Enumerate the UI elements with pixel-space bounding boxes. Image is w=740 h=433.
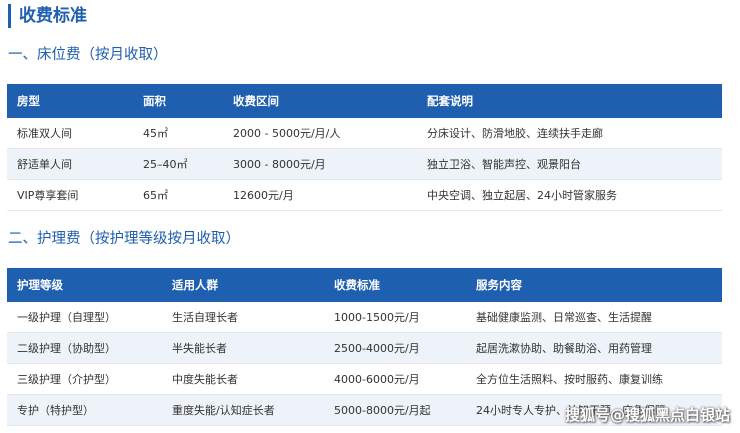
page-title: 收费标准 bbox=[8, 4, 87, 28]
column-header: 收费区间 bbox=[223, 84, 417, 118]
table-cell: 5000-8000元/月起 bbox=[324, 394, 466, 426]
table-cell: 65㎡ bbox=[133, 179, 223, 211]
table-cell: 起居洗漱协助、助餐助浴、用药管理 bbox=[466, 332, 722, 364]
section-title-bed-fee: 一、床位费（按月收取） bbox=[8, 47, 168, 63]
column-header: 适用人群 bbox=[162, 268, 324, 302]
column-header: 配套说明 bbox=[417, 84, 722, 118]
column-header: 面积 bbox=[133, 84, 223, 118]
table-cell: 专护（特护型） bbox=[7, 394, 162, 426]
watermark: 搜狐号@搜狐黑点白银站 bbox=[564, 406, 730, 424]
column-header: 收费标准 bbox=[324, 268, 466, 302]
table-cell: 一级护理（自理型） bbox=[7, 302, 162, 333]
table-cell: 标准双人间 bbox=[7, 118, 133, 149]
table-row: 舒适单人间 25–40㎡ 3000 - 8000元/月 独立卫浴、智能声控、观景… bbox=[7, 148, 722, 180]
table-row: 一级护理（自理型） 生活自理长者 1000-1500元/月 基础健康监测、日常巡… bbox=[7, 302, 722, 333]
table-cell: 3000 - 8000元/月 bbox=[223, 148, 417, 180]
table-row: 三级护理（介护型） 中度失能长者 4000-6000元/月 全方位生活照料、按时… bbox=[7, 363, 722, 395]
column-header: 房型 bbox=[7, 84, 133, 118]
section-title-care-fee: 二、护理费（按护理等级按月收取） bbox=[8, 231, 240, 247]
table-row: 标准双人间 45㎡ 2000 - 5000元/月/人 分床设计、防滑地胶、连续扶… bbox=[7, 118, 722, 149]
table-cell: 4000-6000元/月 bbox=[324, 363, 466, 395]
table-cell: 重度失能/认知症长者 bbox=[162, 394, 324, 426]
table-cell: 舒适单人间 bbox=[7, 148, 133, 180]
table-header-row: 护理等级 适用人群 收费标准 服务内容 bbox=[7, 268, 722, 302]
table-header-row: 房型 面积 收费区间 配套说明 bbox=[7, 84, 722, 118]
table-cell: 二级护理（协助型） bbox=[7, 332, 162, 364]
table-row: VIP尊享套间 65㎡ 12600元/月 中央空调、独立起居、24小时管家服务 bbox=[7, 179, 722, 211]
table-cell: 分床设计、防滑地胶、连续扶手走廊 bbox=[417, 118, 722, 149]
care-fee-table: 护理等级 适用人群 收费标准 服务内容 一级护理（自理型） 生活自理长者 100… bbox=[7, 268, 722, 426]
table-cell: 生活自理长者 bbox=[162, 302, 324, 333]
table-cell: 25–40㎡ bbox=[133, 148, 223, 180]
table-cell: 独立卫浴、智能声控、观景阳台 bbox=[417, 148, 722, 180]
table-cell: 三级护理（介护型） bbox=[7, 363, 162, 395]
table-cell: 基础健康监测、日常巡查、生活提醒 bbox=[466, 302, 722, 333]
table-cell: 1000-1500元/月 bbox=[324, 302, 466, 333]
table-cell: 2000 - 5000元/月/人 bbox=[223, 118, 417, 149]
column-header: 服务内容 bbox=[466, 268, 722, 302]
table-cell: 12600元/月 bbox=[223, 179, 417, 211]
table-row: 二级护理（协助型） 半失能长者 2500-4000元/月 起居洗漱协助、助餐助浴… bbox=[7, 332, 722, 364]
table-cell: VIP尊享套间 bbox=[7, 179, 133, 211]
table-cell: 全方位生活照料、按时服药、康复训练 bbox=[466, 363, 722, 395]
column-header: 护理等级 bbox=[7, 268, 162, 302]
bed-fee-table: 房型 面积 收费区间 配套说明 标准双人间 45㎡ 2000 - 5000元/月… bbox=[7, 84, 722, 211]
table-cell: 2500-4000元/月 bbox=[324, 332, 466, 364]
table-cell: 中度失能长者 bbox=[162, 363, 324, 395]
table-cell: 中央空调、独立起居、24小时管家服务 bbox=[417, 179, 722, 211]
table-cell: 半失能长者 bbox=[162, 332, 324, 364]
table-cell: 45㎡ bbox=[133, 118, 223, 149]
